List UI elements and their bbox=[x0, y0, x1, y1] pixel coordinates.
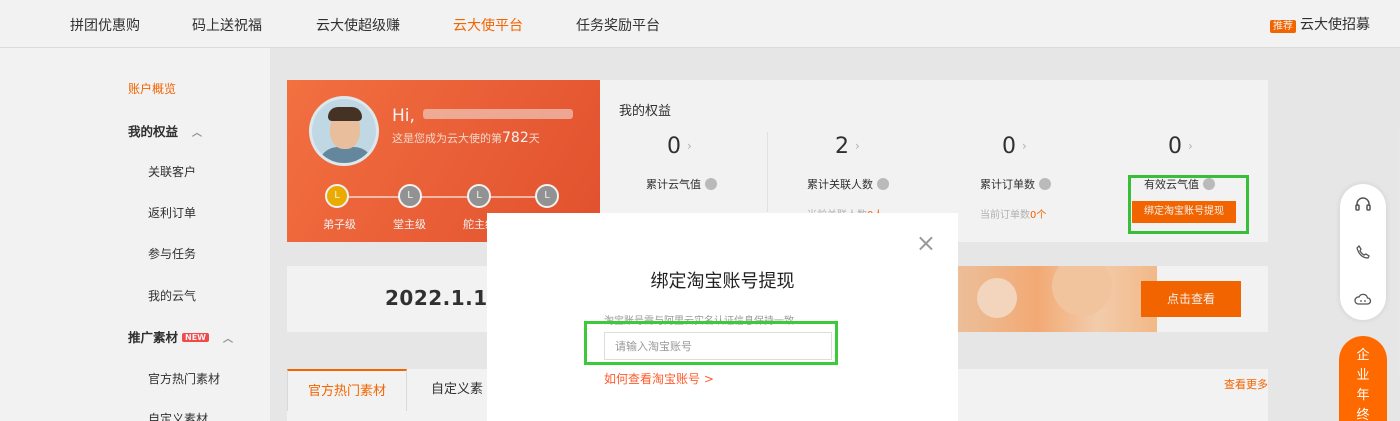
enterprise-year-end-button[interactable]: 企 业 年 终 bbox=[1339, 336, 1387, 421]
chat-cloud-icon[interactable] bbox=[1353, 292, 1373, 312]
how-to-view-taobao-link[interactable]: 如何查看淘宝账号 > bbox=[604, 370, 714, 387]
floating-toolbar bbox=[1340, 184, 1386, 320]
headset-icon[interactable] bbox=[1353, 196, 1373, 216]
close-icon[interactable]: × bbox=[916, 231, 936, 255]
modal-title: 绑定淘宝账号提现 bbox=[650, 271, 795, 292]
highlight-box bbox=[584, 321, 838, 365]
bind-taobao-modal: × 绑定淘宝账号提现 淘宝账号需与阿里云实名认证信息保持一致 如何查看淘宝账号 … bbox=[487, 213, 958, 421]
phone-icon[interactable] bbox=[1353, 244, 1373, 264]
